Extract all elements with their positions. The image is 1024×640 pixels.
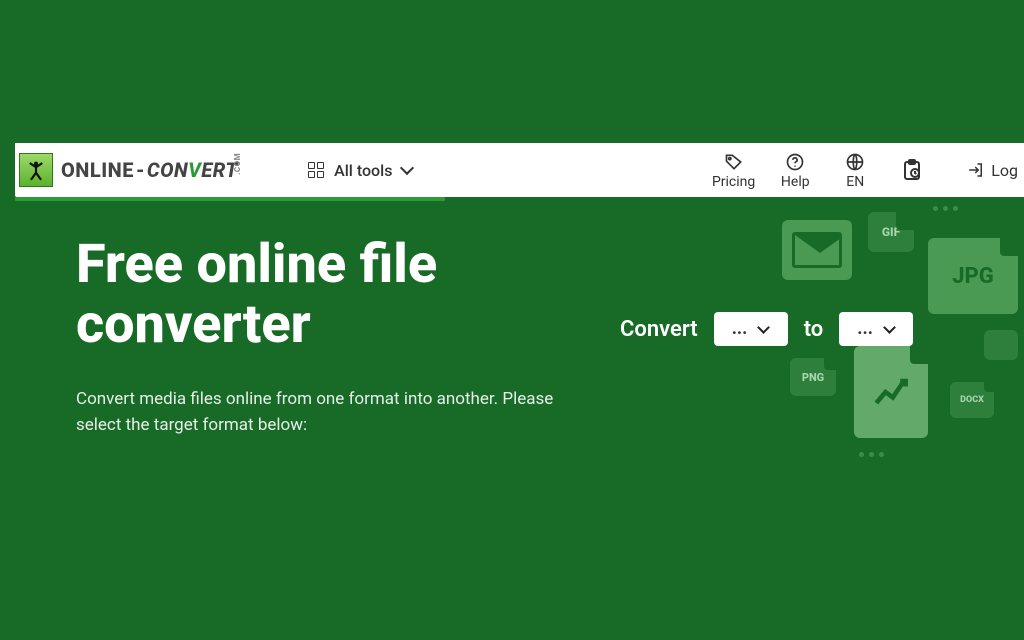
brand-logo[interactable]: ONLINE - CON V ERT .COM — [15, 153, 292, 187]
nav-right: Pricing Help EN Log — [712, 151, 1024, 190]
logo-text: ONLINE - CON V ERT .COM — [61, 158, 264, 182]
convert-controls: Convert ... to ... — [620, 312, 913, 346]
convert-from-select[interactable]: ... — [714, 312, 788, 346]
all-tools-label: All tools — [334, 161, 392, 180]
page-title: Free online file converter — [76, 235, 596, 356]
all-tools-dropdown[interactable]: All tools — [292, 161, 428, 180]
chevron-down-icon — [883, 321, 896, 334]
globe-icon — [845, 151, 865, 173]
login-link[interactable]: Log — [949, 161, 1018, 180]
help-link[interactable]: Help — [775, 151, 815, 190]
login-icon — [967, 161, 985, 179]
pricetag-icon — [724, 151, 744, 173]
grid-icon — [308, 162, 324, 178]
convert-label: Convert — [620, 317, 698, 342]
pricing-link[interactable]: Pricing — [712, 151, 755, 190]
navbar-accent-underline — [15, 197, 445, 201]
help-icon — [785, 151, 805, 173]
history-button[interactable] — [895, 159, 929, 181]
top-navbar: ONLINE - CON V ERT .COM All tools Pricin… — [15, 143, 1024, 197]
logo-badge-icon — [19, 153, 53, 187]
chevron-down-icon — [400, 161, 414, 175]
clipboard-history-icon — [900, 159, 924, 181]
chevron-down-icon — [757, 321, 770, 334]
convert-to-select[interactable]: ... — [839, 312, 913, 346]
to-label: to — [804, 317, 824, 342]
language-selector[interactable]: EN — [835, 151, 875, 190]
page-subtitle: Convert media files online from one form… — [76, 386, 596, 439]
